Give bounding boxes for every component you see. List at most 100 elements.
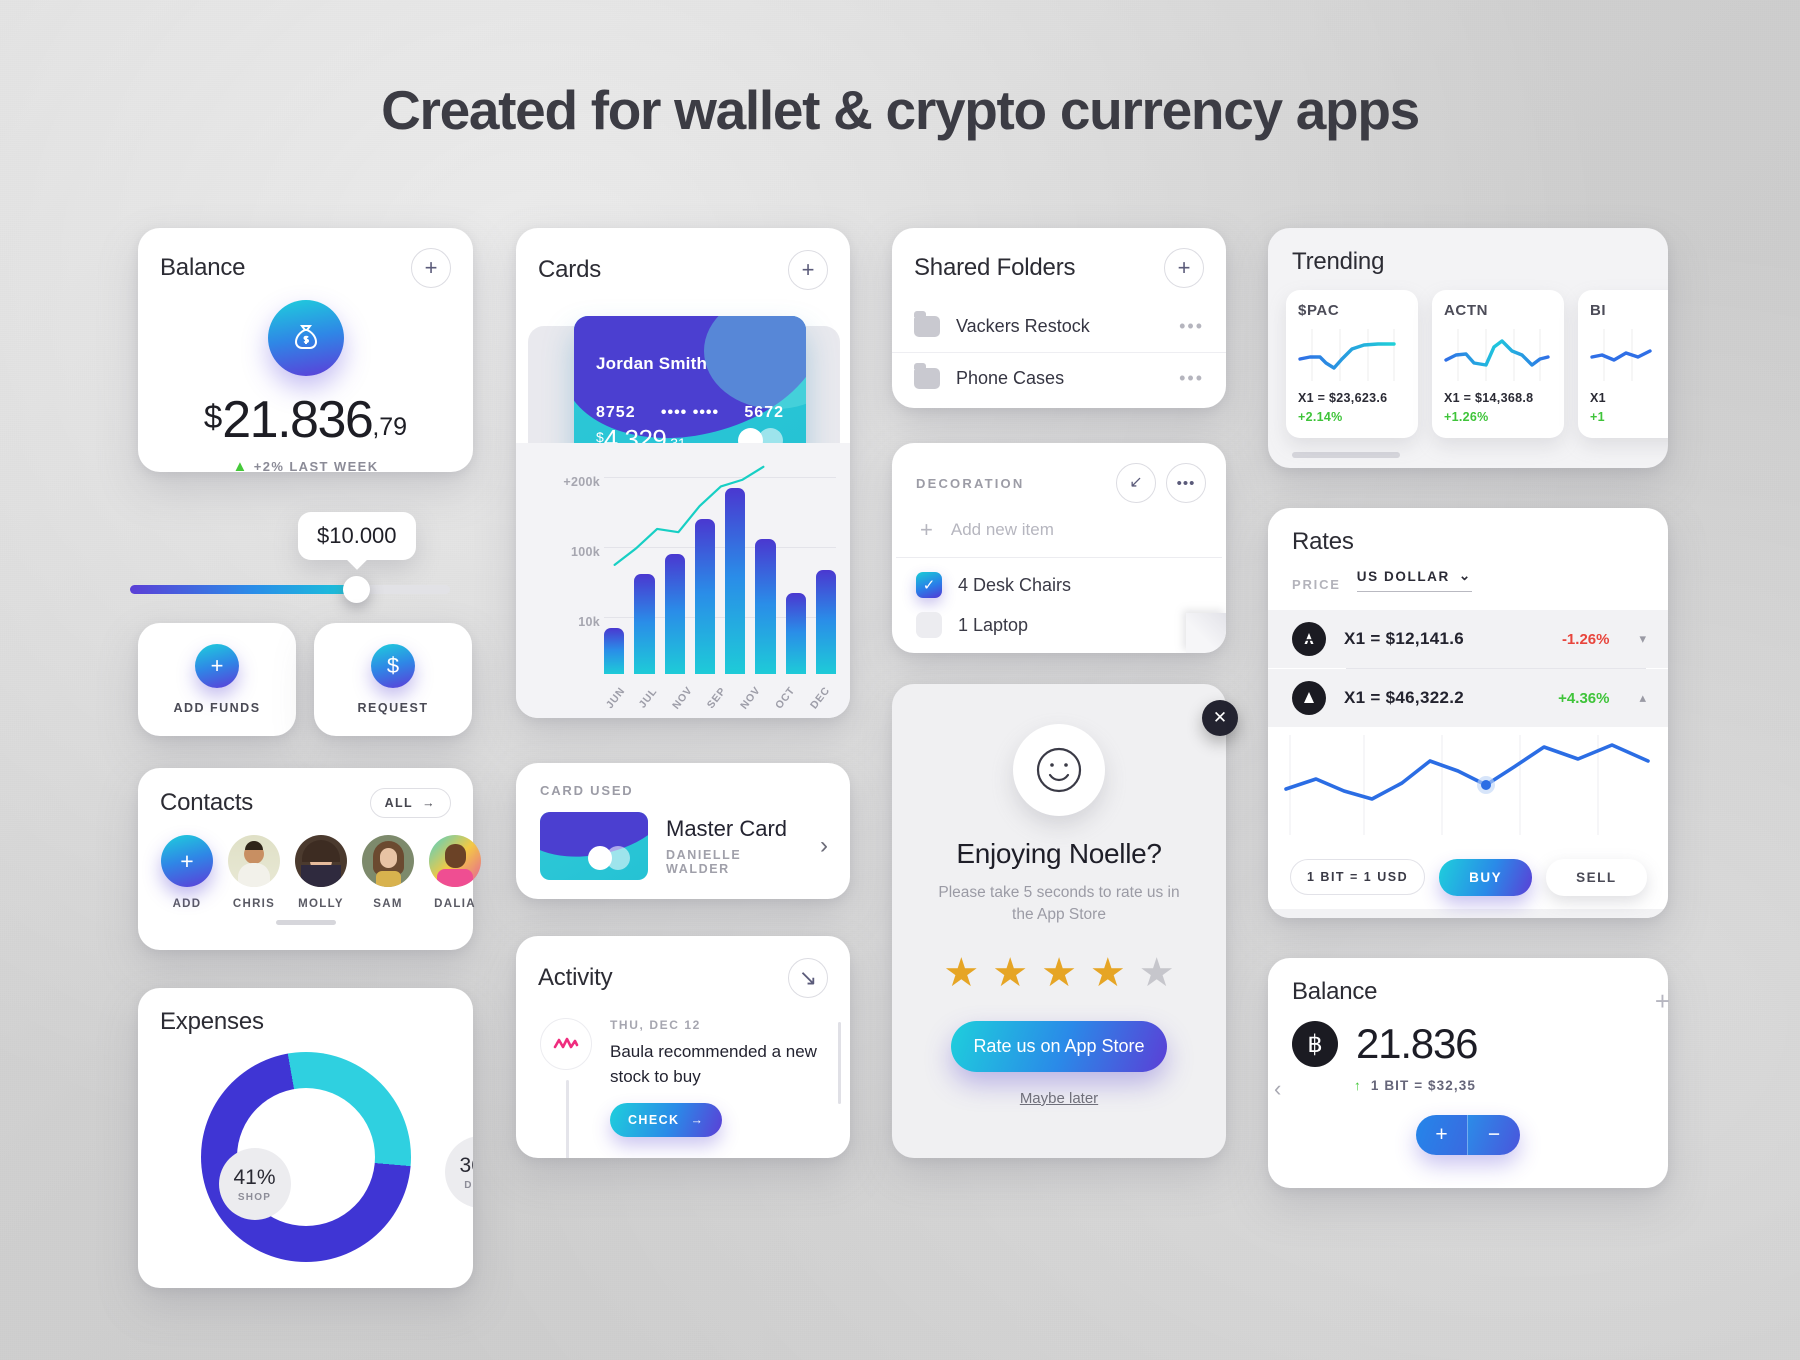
trending-scrollbar[interactable]	[1292, 452, 1400, 458]
amount-slider-group[interactable]: $10.000	[130, 512, 450, 603]
collapse-button[interactable]: ↙	[1116, 463, 1156, 503]
decoration-item[interactable]: ✓ 4 Desk Chairs	[892, 558, 1226, 598]
decoration-card: DECORATION ↙ ••• + Add new item ✓ 4 Desk…	[892, 443, 1226, 653]
activity-item: THU, DEC 12 Baula recommended a new stoc…	[516, 998, 850, 1158]
ticker-sparkline	[1444, 327, 1552, 383]
page-title: Created for wallet & crypto currency app…	[381, 79, 1420, 141]
contact-item-add[interactable]: + ADD	[161, 835, 213, 910]
rate-on-app-store-button[interactable]: Rate us on App Store	[951, 1020, 1167, 1072]
cards-bar-chart: +200k 100k 10k JUN JUL NOV SEP NOV OCT DEC	[516, 443, 850, 718]
expenses-title: Expenses	[160, 1008, 264, 1035]
segment-label: DUES	[464, 1179, 473, 1191]
checkbox-checked-icon[interactable]: ✓	[916, 572, 942, 598]
chart-bar	[785, 592, 806, 674]
balance-title: Balance	[160, 254, 246, 281]
arrow-right-icon: →	[422, 796, 436, 810]
currency-select[interactable]: US DOLLAR ⌄	[1356, 568, 1472, 592]
contacts-avatar-list: + ADD CHRIS MOLLY SAM DALIA	[138, 818, 481, 910]
buy-button[interactable]: BUY	[1439, 858, 1533, 896]
cards-card: Cards + Jordan Smith 8752 •••• •••• 5672…	[516, 228, 850, 718]
rate-row[interactable]: X1 = $12,141.6 -1.26% ▾	[1268, 610, 1668, 668]
card-number-first: 8752	[596, 404, 636, 421]
balance-value: 21.836	[222, 391, 374, 449]
contact-item[interactable]: MOLLY	[295, 835, 347, 910]
mini-card-graphic	[540, 812, 648, 880]
chevron-right-icon[interactable]: ›	[820, 832, 828, 860]
increase-button[interactable]: +	[1416, 1115, 1468, 1155]
ticker-item[interactable]: BI X1 +1	[1578, 290, 1668, 438]
x-tick-label: DEC	[807, 684, 833, 712]
slider-track[interactable]	[130, 585, 450, 594]
more-options-button[interactable]: •••	[1166, 463, 1206, 503]
add-funds-button[interactable]: + ADD FUNDS	[138, 623, 296, 736]
previous-card-button[interactable]: ‹	[1274, 1076, 1281, 1102]
slider-knob[interactable]	[343, 576, 370, 603]
add-card-button[interactable]: +	[788, 250, 828, 290]
ticker-change: +2.14%	[1298, 410, 1343, 424]
add-new-item-row[interactable]: + Add new item	[896, 503, 1222, 558]
ticker-item[interactable]: $PAC X1 = $23,623.6 +2.14%	[1286, 290, 1418, 438]
contact-item[interactable]: SAM	[362, 835, 414, 910]
close-icon[interactable]: ✕	[1202, 700, 1238, 736]
star-icon[interactable]: ★	[992, 953, 1028, 993]
star-icon[interactable]: ★	[1090, 953, 1126, 993]
view-all-contacts-button[interactable]: ALL →	[369, 788, 451, 818]
chevron-down-icon[interactable]: ▾	[1639, 631, 1646, 647]
card-used-label: CARD USED	[540, 783, 634, 798]
slider-value-bubble: $10.000	[298, 512, 416, 560]
expand-activity-button[interactable]: ↘	[788, 958, 828, 998]
slider-fill	[130, 585, 355, 594]
card-used-name: Master Card	[666, 816, 788, 841]
folder-name: Phone Cases	[956, 368, 1065, 388]
request-label: REQUEST	[357, 701, 429, 715]
contact-item[interactable]: CHRIS	[228, 835, 280, 910]
add-crypto-button[interactable]: +	[1655, 986, 1670, 1017]
expense-segment-shop: 41% SHOP	[218, 1148, 291, 1220]
currency-select-value: US DOLLAR	[1356, 568, 1450, 584]
crypto-balance-card: Balance + ฿ 21.836 ↑ 1 BIT = $32,35 ‹ + …	[1268, 958, 1670, 1188]
rates-card: Rates PRICE US DOLLAR ⌄ X1 = $12,141.6 -…	[1268, 508, 1668, 918]
trending-ticker-list[interactable]: $PAC X1 = $23,623.6 +2.14% ACTN X1 = $14…	[1268, 276, 1668, 438]
contacts-card: Contacts ALL → + ADD CHRIS MOLLY SAM DAL…	[138, 768, 481, 950]
request-button[interactable]: $ REQUEST	[314, 623, 472, 736]
sell-button[interactable]: SELL	[1546, 858, 1647, 896]
add-new-item-label: Add new item	[950, 520, 1054, 539]
add-folder-button[interactable]: +	[1164, 248, 1204, 288]
plus-icon: +	[920, 517, 933, 542]
rating-subtitle: Please take 5 seconds to rate us in the …	[938, 884, 1180, 924]
trending-card: Trending $PAC X1 = $23,623.6 +2.14% ACTN	[1268, 228, 1668, 468]
check-activity-button[interactable]: CHECK →	[610, 1103, 723, 1138]
folder-row[interactable]: Phone Cases •••	[892, 352, 1226, 404]
activity-scrollbar[interactable]	[838, 1022, 841, 1104]
avatar	[429, 835, 481, 887]
rate-row[interactable]: X1 = $46,322.2 +4.36% ▴	[1268, 669, 1668, 727]
rates-title: Rates	[1292, 528, 1354, 555]
plus-icon: +	[195, 644, 239, 688]
add-contact-icon: +	[161, 835, 213, 887]
rating-stars[interactable]: ★ ★ ★ ★ ★	[892, 953, 1226, 993]
ticker-symbol: ACTN	[1444, 302, 1489, 319]
ticker-symbol: $PAC	[1298, 302, 1340, 319]
decrease-button[interactable]: −	[1468, 1115, 1520, 1155]
folder-menu-icon[interactable]: •••	[1179, 368, 1204, 389]
ticker-change: +1.26%	[1444, 410, 1489, 424]
chevron-up-icon[interactable]: ▴	[1639, 690, 1646, 706]
checkbox-unchecked-icon[interactable]	[916, 612, 942, 638]
decoration-item[interactable]: 1 Laptop	[892, 598, 1226, 638]
maybe-later-link[interactable]: Maybe later	[892, 1090, 1226, 1107]
ticker-item[interactable]: ACTN X1 = $14,368.8 +1.26%	[1432, 290, 1564, 438]
coin-icon	[1292, 681, 1326, 715]
trending-title: Trending	[1292, 248, 1385, 275]
add-balance-button[interactable]: +	[411, 248, 451, 288]
amount-stepper[interactable]: + −	[1416, 1115, 1520, 1155]
card-used-card[interactable]: CARD USED Master Card DANIELLE WALDER ›	[516, 763, 850, 899]
activity-timeline	[566, 1080, 569, 1158]
star-icon[interactable]: ★	[943, 953, 979, 993]
folder-row[interactable]: Vackers Restock •••	[892, 300, 1226, 352]
folder-menu-icon[interactable]: •••	[1179, 316, 1204, 337]
star-icon[interactable]: ★	[1041, 953, 1077, 993]
x-tick-label: JUL	[636, 685, 661, 711]
contact-item[interactable]: DALIA	[429, 835, 481, 910]
star-icon[interactable]: ★	[1139, 953, 1175, 993]
rate-row[interactable]: X1 = $11.395,7 -2.46% ▾	[1268, 909, 1668, 918]
